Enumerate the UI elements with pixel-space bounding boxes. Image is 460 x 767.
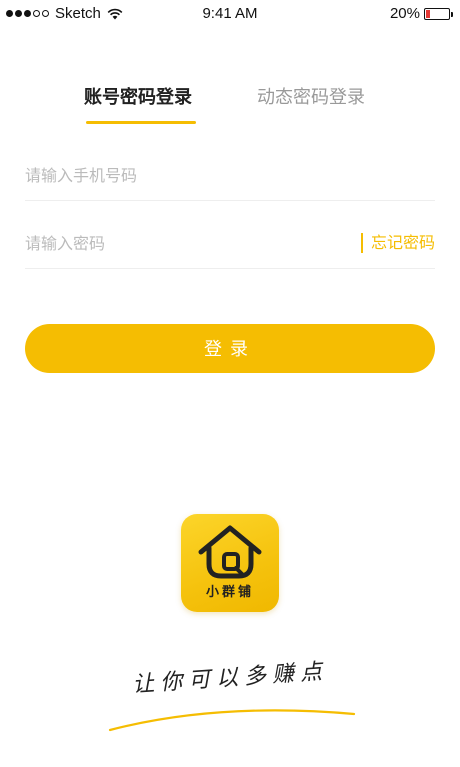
login-button[interactable]: 登录 [25,324,435,373]
password-field: 忘记密码 [25,218,435,269]
app-logo: 小群铺 [181,514,279,612]
status-bar: Sketch 9:41 AM 20% [0,0,460,28]
logo-text: 小群铺 [205,585,254,600]
tab-account-password-login[interactable]: 账号密码登录 [84,84,192,124]
slogan: 让你可以多赚点 [131,659,329,698]
tab-dynamic-password-login[interactable]: 动态密码登录 [257,84,365,124]
battery-icon [424,7,453,20]
battery-percent: 20% [389,5,420,22]
status-right: 20% [389,5,453,22]
active-tab-indicator [86,121,196,124]
login-tabs: 账号密码登录 动态密码登录 [0,84,460,126]
phone-input[interactable] [25,150,325,200]
forgot-password-link[interactable]: 忘记密码 [360,233,435,253]
password-input[interactable] [25,218,325,268]
phone-field [25,150,435,201]
slogan-swoosh [108,709,356,732]
battery-fill [426,9,430,18]
